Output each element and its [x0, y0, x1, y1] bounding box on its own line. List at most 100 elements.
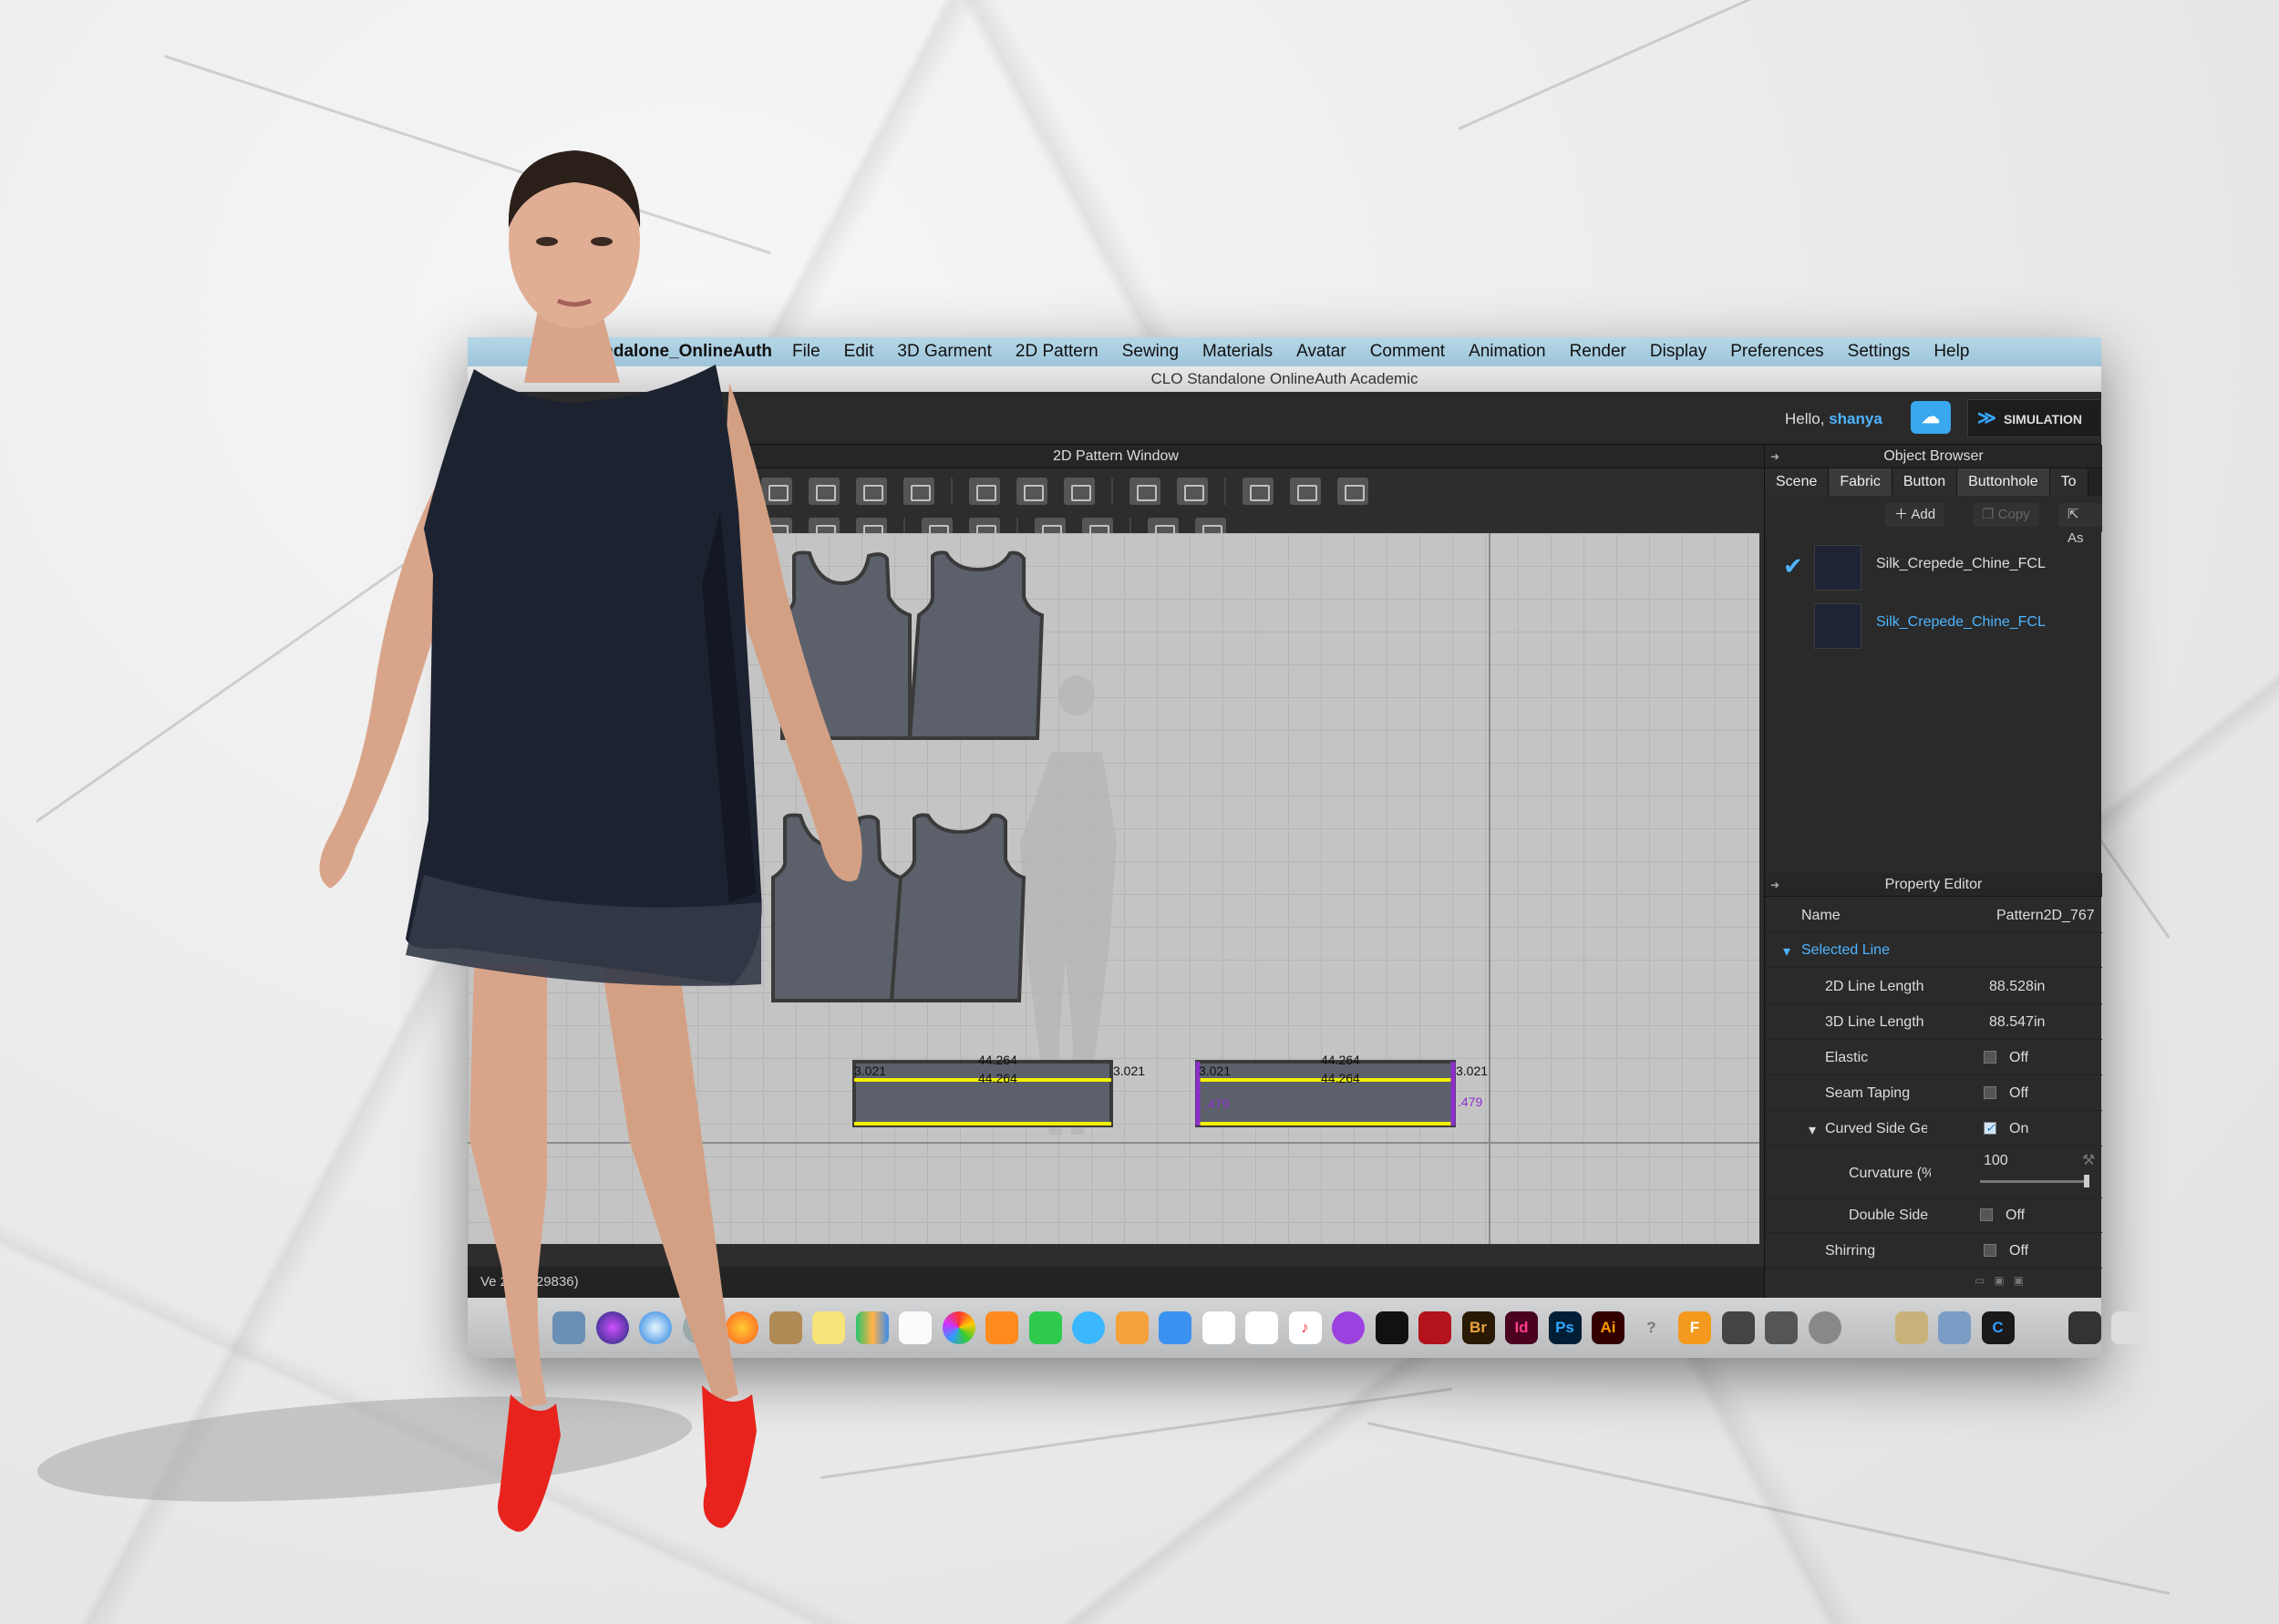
curvature-slider-handle[interactable]	[2084, 1175, 2089, 1187]
music-icon[interactable]: ♪	[1288, 1311, 1322, 1344]
reminders-icon[interactable]	[899, 1311, 932, 1344]
menu-settings[interactable]: Settings	[1848, 342, 1911, 362]
measure-icon[interactable]	[1064, 478, 1095, 505]
books-icon[interactable]	[985, 1311, 1018, 1344]
property-value[interactable]: 88.528in	[1989, 979, 2045, 995]
edit-curve-icon[interactable]	[903, 478, 934, 505]
checkbox[interactable]	[1984, 1051, 1996, 1064]
elastic-checkbox[interactable]: Off	[1984, 1050, 2028, 1066]
property-value[interactable]: 88.547in	[1989, 1014, 2045, 1031]
numbers-icon[interactable]	[855, 1311, 889, 1344]
text-size-icon[interactable]	[1177, 478, 1208, 505]
firefox-icon[interactable]	[726, 1311, 758, 1344]
tab-buttonhole[interactable]: Buttonhole	[1957, 468, 2050, 496]
copy-button[interactable]: ❐ Copy	[1973, 503, 2039, 527]
seam-taping-checkbox[interactable]: Off	[1984, 1085, 2028, 1102]
photoshop-icon[interactable]: Ps	[1548, 1311, 1582, 1344]
front-piece-left[interactable]	[780, 550, 912, 740]
safari-icon[interactable]	[639, 1311, 672, 1344]
transform-icon[interactable]	[856, 478, 887, 505]
back-piece-right[interactable]	[889, 813, 1026, 1002]
edit-pattern-icon[interactable]	[809, 478, 840, 505]
wrench-icon[interactable]: ⚒	[2082, 1151, 2095, 1169]
menu-animation[interactable]: Animation	[1469, 342, 1546, 362]
preview-icon[interactable]	[552, 1311, 585, 1344]
checkbox[interactable]	[1984, 1244, 1996, 1257]
apple-tv-icon[interactable]	[1375, 1311, 1408, 1344]
keynote-icon[interactable]	[1159, 1311, 1191, 1344]
grading-icon[interactable]	[1243, 478, 1274, 505]
curved-side-checkbox[interactable]: On	[1984, 1121, 2028, 1137]
selected-line-section[interactable]: ▾ Selected Line	[1765, 933, 2102, 968]
rectangle-tool-icon[interactable]	[761, 478, 792, 505]
name-value[interactable]: Pattern2D_767	[1996, 908, 2095, 924]
menu-preferences[interactable]: Preferences	[1730, 342, 1823, 362]
chevron-down-icon[interactable]: ▾	[1809, 1121, 1816, 1139]
minimized-window-icon[interactable]	[2068, 1311, 2101, 1344]
facetime-icon[interactable]	[1028, 1311, 1062, 1344]
avatar-pose-icon[interactable]	[1337, 478, 1368, 505]
tab-fabric[interactable]: Fabric	[1829, 468, 1892, 496]
menu-help[interactable]: Help	[1934, 342, 1969, 362]
fabric-list-item[interactable]: ✔ Silk_Crepede_Chine_FCL	[1778, 540, 2102, 594]
assign-button[interactable]: ⇱ As	[2058, 503, 2102, 546]
siri-icon[interactable]	[595, 1311, 629, 1344]
help-icon[interactable]: ?	[1635, 1311, 1668, 1344]
back-piece-left[interactable]	[907, 550, 1045, 740]
add-button[interactable]: ＋ Add	[1885, 503, 1945, 527]
system-preferences-icon[interactable]	[1808, 1311, 1841, 1344]
indesign-icon[interactable]: Id	[1505, 1311, 1538, 1344]
tab-scene[interactable]: Scene	[1765, 468, 1830, 496]
notes-icon[interactable]	[812, 1311, 845, 1344]
trash-icon[interactable]	[2111, 1311, 2144, 1344]
menu-edit[interactable]: Edit	[844, 342, 874, 362]
pin-icon[interactable]: ➜	[1770, 873, 1779, 897]
menu-display[interactable]: Display	[1650, 342, 1707, 362]
news-icon[interactable]	[1245, 1311, 1278, 1344]
calendar-icon[interactable]	[1201, 1311, 1235, 1344]
illustrator-icon[interactable]: Ai	[1592, 1311, 1624, 1344]
menu-app-name[interactable]: CLO_Standalone_OnlineAuth	[530, 342, 772, 362]
screenshot-icon[interactable]	[1765, 1311, 1798, 1344]
menu-comment[interactable]: Comment	[1370, 342, 1445, 362]
dart-icon[interactable]	[1016, 478, 1047, 505]
internal-line-icon[interactable]	[969, 478, 1000, 505]
menu-sewing[interactable]: Sewing	[1122, 342, 1179, 362]
menu-materials[interactable]: Materials	[1202, 342, 1273, 362]
menu-3d-garment[interactable]: 3D Garment	[897, 342, 991, 362]
fabric-list-item[interactable]: Silk_Crepede_Chine_FCL	[1778, 598, 2102, 653]
menu-2d-pattern[interactable]: 2D Pattern	[1016, 342, 1098, 362]
downloads-folder-icon[interactable]	[1938, 1311, 1971, 1344]
tab-topstitch[interactable]: To	[2049, 468, 2088, 496]
messages-icon[interactable]	[1072, 1311, 1105, 1344]
acrobat-icon[interactable]	[1418, 1311, 1451, 1344]
text-tool-icon[interactable]	[1129, 478, 1160, 505]
fontbase-icon[interactable]: F	[1678, 1311, 1711, 1344]
pages-icon[interactable]	[1115, 1311, 1149, 1344]
podcasts-icon[interactable]	[1332, 1311, 1365, 1344]
menu-avatar[interactable]: Avatar	[1296, 342, 1346, 362]
checkbox[interactable]	[1984, 1086, 1996, 1099]
username[interactable]: shanya	[1829, 410, 1882, 427]
arrangement-icon[interactable]	[1290, 478, 1321, 505]
view-mode-icons[interactable]: ▭ ▣ ▣	[1975, 1274, 2024, 1287]
simulation-button[interactable]: ≫ SIMULATION	[1967, 399, 2101, 437]
checkbox[interactable]	[1984, 1122, 1996, 1135]
checkbox[interactable]	[1980, 1208, 1993, 1221]
menu-render[interactable]: Render	[1570, 342, 1626, 362]
bridge-icon[interactable]: Br	[1461, 1311, 1495, 1344]
curvature-value[interactable]: 100	[1984, 1153, 2008, 1169]
clo-cloud-icon[interactable]: ☁	[1911, 401, 1951, 434]
menu-file[interactable]: File	[792, 342, 820, 362]
clo-icon[interactable]	[1721, 1311, 1755, 1344]
front-piece-right[interactable]	[771, 813, 902, 1002]
contacts-icon[interactable]	[768, 1311, 802, 1344]
clo-app-icon[interactable]: C	[1981, 1311, 2015, 1344]
shirring-checkbox[interactable]: Off	[1984, 1243, 2028, 1259]
applications-folder-icon[interactable]	[1894, 1311, 1928, 1344]
polygon-tool-icon[interactable]	[714, 478, 745, 505]
launchpad-icon[interactable]	[682, 1311, 716, 1344]
pattern-canvas[interactable]: 44.264 44.264 3.021 3.021 44.264 44.264 …	[468, 533, 1759, 1244]
double-side-checkbox[interactable]: Off	[1980, 1208, 2025, 1224]
tab-button[interactable]: Button	[1892, 468, 1958, 496]
